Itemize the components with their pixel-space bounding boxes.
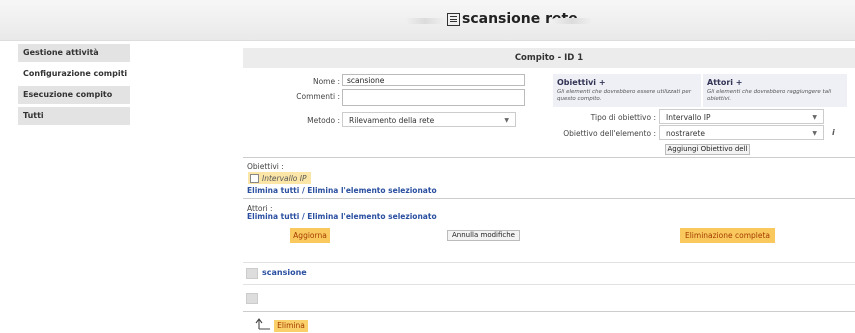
add-objective-button[interactable]: Aggiungi Obiettivo dell	[665, 144, 750, 155]
update-button[interactable]: Aggiorna	[290, 228, 330, 243]
delete-button[interactable]: Elimina	[274, 320, 308, 332]
objective-tag-label: Intervallo IP	[262, 173, 307, 183]
actors-delete-selected-link[interactable]: Elimina l'elemento selezionato	[307, 212, 436, 221]
title-decoration-right	[552, 18, 592, 24]
objective-type-value: Intervallo IP	[666, 113, 711, 122]
full-delete-button[interactable]: Eliminazione completa	[680, 228, 775, 243]
objectives-delete-links: Elimina tutti / Elimina l'elemento selez…	[247, 186, 437, 195]
chevron-down-icon: ▼	[504, 117, 509, 124]
document-list-icon	[447, 12, 460, 26]
chevron-down-icon: ▼	[812, 130, 817, 137]
chevron-down-icon: ▼	[812, 114, 817, 121]
list-item[interactable]	[243, 284, 855, 311]
objectives-delete-selected-link[interactable]: Elimina l'elemento selezionato	[307, 186, 436, 195]
method-label: Metodo :	[307, 116, 340, 125]
divider	[243, 198, 855, 199]
actors-info-box: Attori + Gli elementi che dovrebbero rag…	[703, 74, 847, 107]
objective-tag[interactable]: Intervallo IP	[248, 172, 311, 184]
arrow-up-left-icon	[255, 318, 270, 330]
objective-type-select[interactable]: Intervallo IP ▼	[659, 109, 824, 124]
comments-label: Commenti :	[296, 92, 340, 101]
info-icon[interactable]: i	[832, 128, 835, 137]
method-select[interactable]: Rilevamento della rete ▼	[342, 112, 516, 127]
cancel-changes-button[interactable]: Annulla modifiche	[447, 230, 520, 241]
list-item-label[interactable]: scansione	[262, 268, 307, 277]
objective-element-select[interactable]: nostrarete ▼	[659, 125, 824, 140]
divider	[243, 311, 855, 312]
actors-delete-all-link[interactable]: Elimina tutti	[247, 212, 299, 221]
objectives-add-link[interactable]: Obiettivi +	[557, 78, 697, 87]
task-panel-title: Compito - ID 1	[243, 48, 855, 68]
sidebar: Gestione attività Configurazione compiti…	[18, 44, 130, 128]
objective-element-value: nostrarete	[666, 129, 705, 138]
list-item-checkbox[interactable]	[246, 268, 258, 279]
objective-element-label: Obiettivo dell'elemento :	[563, 129, 656, 138]
objectives-label: Obiettivi :	[247, 162, 284, 171]
objectives-description: Gli elementi che dovrebbero essere utili…	[557, 89, 691, 102]
list-item[interactable]: scansione	[243, 262, 855, 285]
name-label: Nome :	[312, 77, 340, 86]
divider	[243, 157, 855, 158]
sidebar-item-tutti[interactable]: Tutti	[18, 107, 130, 125]
sidebar-item-gestione-attivita[interactable]: Gestione attività	[18, 44, 130, 62]
method-select-value: Rilevamento della rete	[349, 116, 435, 125]
name-input[interactable]: scansione	[342, 74, 525, 86]
objectives-info-box: Obiettivi + Gli elementi che dovrebbero …	[553, 74, 701, 107]
actors-add-link[interactable]: Attori +	[707, 78, 843, 87]
actors-description: Gli elementi che dovrebbero raggiungere …	[707, 89, 832, 102]
title-decoration-left	[405, 18, 445, 24]
list-item-checkbox[interactable]	[246, 293, 258, 304]
objective-checkbox[interactable]	[250, 173, 259, 183]
comments-textarea[interactable]	[342, 89, 525, 106]
objectives-delete-all-link[interactable]: Elimina tutti	[247, 186, 299, 195]
top-bar: scansione rete	[0, 0, 855, 41]
objective-type-label: Tipo di obiettivo :	[590, 113, 656, 122]
sidebar-item-esecuzione-compito[interactable]: Esecuzione compito	[18, 86, 130, 104]
actors-delete-links: Elimina tutti / Elimina l'elemento selez…	[247, 212, 437, 221]
sidebar-item-configurazione-compiti[interactable]: Configurazione compiti	[18, 65, 130, 83]
